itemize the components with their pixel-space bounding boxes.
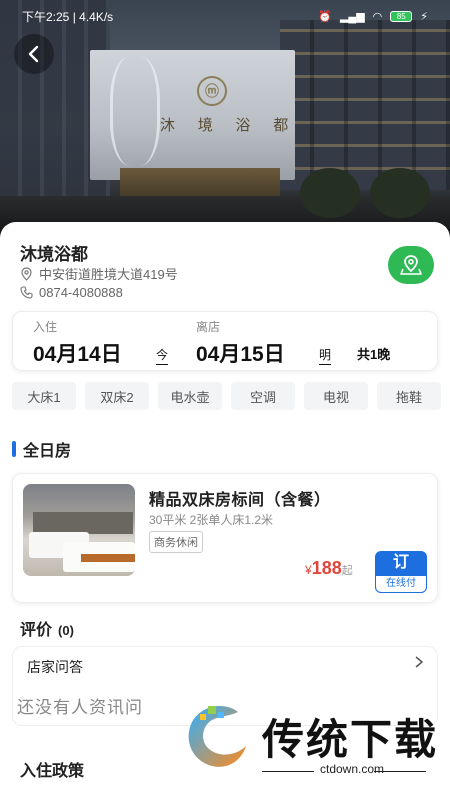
- checkout-date[interactable]: 04月15日: [196, 338, 285, 368]
- room-title: 精品双床房标间（含餐）: [149, 492, 331, 509]
- facade-sign-text: 沐 境 浴 都: [160, 116, 298, 134]
- back-arrow-icon: [28, 45, 39, 63]
- chevron-right-icon[interactable]: [413, 655, 425, 669]
- reviews-header[interactable]: 评价 (0): [20, 616, 74, 640]
- phone-icon: [20, 286, 33, 299]
- phone-row[interactable]: 0874-4080888: [20, 285, 123, 300]
- status-bar: 下午2:25 | 4.4K/s ⏰ ▂▄▆ ◠ 85 ⚡: [22, 9, 428, 24]
- price-unit: 起: [341, 565, 353, 577]
- watermark: 传统下载 ctdown.com: [170, 692, 440, 792]
- room-price: ¥188起: [305, 558, 353, 579]
- night-count: 共1晚: [357, 347, 391, 362]
- section-title-all-day: 全日房: [12, 437, 71, 461]
- hotel-logo-icon: ⓜ: [197, 76, 227, 106]
- tree: [370, 168, 430, 218]
- amenity-tag: 拖鞋: [377, 382, 441, 410]
- watermark-logo-icon: [188, 706, 246, 767]
- qa-empty-text: 还没有人资讯问: [17, 698, 143, 717]
- battery-icon: 85: [390, 10, 413, 22]
- reviews-count: (0): [58, 623, 74, 638]
- book-pay-online: 在线付: [375, 575, 427, 593]
- map-navigation-button[interactable]: [388, 246, 434, 284]
- policy-title: 入住政策: [20, 763, 85, 780]
- location-pin-icon: [21, 266, 32, 281]
- back-button[interactable]: [14, 34, 54, 74]
- hotel-address: 中安街道胜境大道419号: [39, 267, 178, 282]
- room-spec: 30平米 2张单人床1.2米: [149, 513, 274, 527]
- checkin-day-tag: 今: [156, 346, 169, 365]
- checkout-label: 离店: [196, 320, 221, 334]
- network-speed: 4.4K/s: [79, 9, 114, 24]
- checkin-date[interactable]: 04月14日: [33, 338, 122, 368]
- date-selector[interactable]: 入住 04月14日 今 离店 04月15日 明 共1晚: [12, 311, 438, 371]
- price-symbol: ¥: [305, 563, 312, 577]
- signal-icon: ▂▄▆: [339, 10, 365, 23]
- amenity-tag: 电水壶: [158, 382, 222, 410]
- checkin-label: 入住: [33, 320, 58, 334]
- price-value: 188: [311, 558, 342, 578]
- checkout-day-tag: 明: [319, 346, 332, 365]
- qa-title: 店家问答: [27, 659, 83, 675]
- watermark-divider: [262, 771, 314, 772]
- amenity-tag: 大床1: [12, 382, 76, 410]
- reviews-title: 评价: [20, 622, 53, 639]
- charging-icon: ⚡: [420, 10, 428, 23]
- book-button[interactable]: 订 在线付: [375, 551, 427, 593]
- map-pin-icon: [400, 255, 422, 275]
- section-title-text: 全日房: [23, 443, 72, 460]
- amenity-list: 大床1 双床2 电水壶 空调 电视 拖鞋: [12, 382, 450, 410]
- watermark-divider: [374, 771, 426, 772]
- room-tag: 商务休闲: [149, 531, 203, 553]
- wifi-icon: ◠: [372, 10, 383, 23]
- book-label: 订: [392, 554, 409, 571]
- hotel-hero-image: ⓜ 沐 境 浴 都: [0, 0, 450, 238]
- amenity-tag: 双床2: [85, 382, 149, 410]
- amenity-tag: 电视: [304, 382, 368, 410]
- tree: [300, 168, 360, 218]
- hotel-phone: 0874-4080888: [39, 285, 123, 300]
- amenity-tag: 空调: [231, 382, 295, 410]
- address-row: 中安街道胜境大道419号: [20, 264, 178, 283]
- watermark-url: ctdown.com: [320, 762, 385, 776]
- alarm-icon: ⏰: [318, 10, 332, 23]
- section-accent-bar: [12, 441, 16, 457]
- building-right: [280, 20, 450, 190]
- room-photo[interactable]: [23, 484, 135, 576]
- hotel-name: 沐境浴都: [20, 245, 88, 264]
- room-card[interactable]: 精品双床房标间（含餐） 30平米 2张单人床1.2米 商务休闲 ¥188起 订 …: [12, 473, 438, 603]
- watermark-text: 传统下载: [262, 715, 439, 764]
- status-time: 下午2:25: [22, 9, 70, 24]
